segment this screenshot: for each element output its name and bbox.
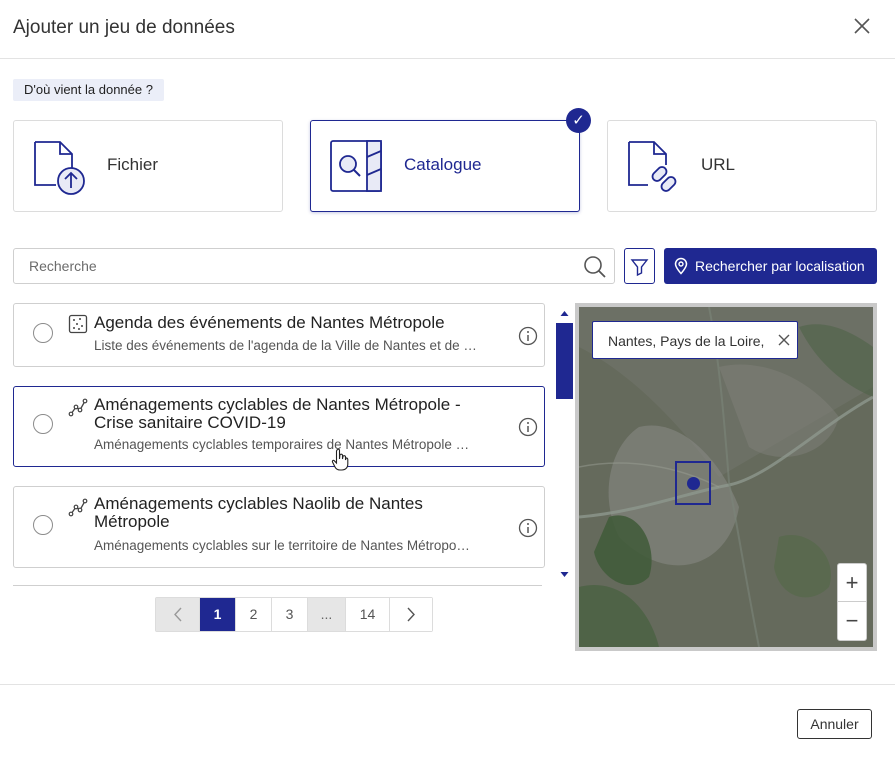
map-view[interactable]: Nantes, Pays de la Loire, + − <box>575 303 877 651</box>
result-item[interactable]: Agenda des événements de Nantes Métropol… <box>13 303 545 367</box>
page-ellipsis: ... <box>307 598 345 631</box>
result-description: Aménagements cyclables temporaires de Na… <box>94 437 470 452</box>
source-option-catalog-label: Catalogue <box>404 155 482 174</box>
zoom-in-button[interactable]: + <box>838 564 866 602</box>
result-description: Aménagements cyclables sur le territoire… <box>94 538 470 553</box>
selected-check-icon: ✓ <box>566 108 591 133</box>
page-button[interactable]: 1 <box>199 598 235 631</box>
result-title: Aménagements cyclables Naolib de Nantes … <box>94 494 423 531</box>
source-option-file[interactable]: Fichier <box>13 120 283 212</box>
modal-footer: Annuler <box>0 684 895 757</box>
modal-title: Ajouter un jeu de données <box>13 17 235 38</box>
next-page-button[interactable] <box>389 598 432 631</box>
hand-cursor-icon <box>330 448 350 472</box>
result-title: Aménagements cyclables de Nantes Métropo… <box>94 395 461 432</box>
source-option-url-label: URL <box>701 155 736 174</box>
search-by-location-button[interactable]: Rechercher par localisation <box>664 248 877 284</box>
point-data-icon <box>68 314 88 334</box>
catalog-search-box <box>13 248 615 284</box>
filter-button[interactable] <box>624 248 655 284</box>
result-radio[interactable] <box>33 414 53 434</box>
page-button[interactable]: 2 <box>235 598 271 631</box>
zoom-out-button[interactable]: − <box>838 602 866 640</box>
info-icon[interactable] <box>518 518 538 538</box>
map-location-text: Nantes, Pays de la Loire, <box>608 333 765 349</box>
result-title: Agenda des événements de Nantes Métropol… <box>94 313 445 332</box>
file-upload-icon <box>32 139 90 197</box>
modal-header: Ajouter un jeu de données <box>0 0 895 59</box>
close-icon[interactable] <box>850 14 874 38</box>
source-option-file-label: Fichier <box>107 155 159 174</box>
map-location-field[interactable]: Nantes, Pays de la Loire, <box>592 321 798 359</box>
file-link-icon <box>626 139 684 197</box>
page-button[interactable]: 3 <box>271 598 307 631</box>
location-dot-icon <box>687 477 700 490</box>
pagination: 1 2 3 ... 14 <box>155 597 433 632</box>
result-description: Liste des événements de l'agenda de la V… <box>94 338 477 353</box>
info-icon[interactable] <box>518 326 538 346</box>
result-radio[interactable] <box>33 323 53 343</box>
search-icon[interactable] <box>583 255 607 279</box>
page-button[interactable]: 14 <box>345 598 389 631</box>
location-pin-icon <box>674 257 688 275</box>
list-divider <box>13 585 542 586</box>
source-option-url[interactable]: URL <box>607 120 877 212</box>
result-radio[interactable] <box>33 515 53 535</box>
location-marker <box>675 461 711 505</box>
source-option-catalog[interactable]: Catalogue <box>310 120 580 212</box>
line-data-icon <box>68 497 88 517</box>
result-item[interactable]: Aménagements cyclables de Nantes Métropo… <box>13 386 545 467</box>
line-data-icon <box>68 397 88 417</box>
search-by-location-label: Rechercher par localisation <box>695 258 865 274</box>
scrollbar-thumb[interactable] <box>556 323 573 399</box>
zoom-control: + − <box>837 563 867 641</box>
catalog-search-icon <box>329 139 387 197</box>
source-question-label: D'où vient la donnée ? <box>13 79 164 101</box>
previous-page-button[interactable] <box>156 598 199 631</box>
cancel-button[interactable]: Annuler <box>797 709 872 739</box>
info-icon[interactable] <box>518 417 538 437</box>
clear-icon[interactable] <box>776 332 792 348</box>
search-input[interactable] <box>14 249 574 283</box>
result-item[interactable]: Aménagements cyclables Naolib de Nantes … <box>13 486 545 568</box>
